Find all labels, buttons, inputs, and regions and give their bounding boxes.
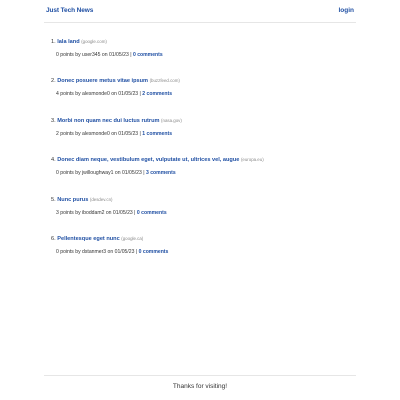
story-item: 1. lala land (google.com) 0 points by us…	[51, 38, 356, 77]
story-item: 6. Pellentesque eget nunc (google.ca) 0 …	[51, 235, 356, 274]
story-rank: 1.	[51, 39, 56, 45]
site-title-link[interactable]: Just Tech News	[46, 7, 93, 14]
story-domain: (buzzfeed.com)	[149, 78, 180, 84]
story-meta-text: 0 points by jwilloughway1 on 01/05/23 |	[56, 170, 145, 177]
story-meta-text: 3 points by iboddam2 on 01/05/23 |	[56, 209, 136, 216]
story-meta-text: 0 points by user345 on 01/05/23 |	[56, 52, 132, 58]
story-domain: (europa.eu)	[240, 157, 264, 163]
story-title-link[interactable]: Donec posuere metus vitae ipsum	[57, 78, 148, 84]
story-domain: (google.com)	[81, 39, 107, 44]
story-item: 4. Donec diam neque, vestibulum eget, vu…	[51, 156, 356, 195]
story-rank: 2.	[51, 78, 56, 85]
story-rank: 3.	[51, 117, 56, 124]
story-item: 3. Morbi non quam nec dui luctus rutrum …	[51, 117, 356, 156]
comments-link[interactable]: 0 comments	[139, 249, 169, 255]
story-title-line: 1. lala land (google.com)	[51, 38, 356, 46]
comments-link[interactable]: 2 comments	[142, 91, 172, 97]
story-domain: (nasa.gov)	[161, 117, 182, 123]
story-title-line: 6. Pellentesque eget nunc (google.ca)	[51, 235, 356, 243]
story-meta: 0 points by user345 on 01/05/23 | 0 comm…	[56, 51, 356, 59]
story-title-link[interactable]: Nunc purus	[57, 197, 88, 203]
comments-link[interactable]: 0 comments	[133, 52, 163, 58]
story-meta: 4 points by alesmonde0 on 01/05/23 | 2 c…	[56, 90, 356, 98]
login-link[interactable]: login	[338, 7, 354, 14]
story-rank: 5.	[51, 196, 56, 203]
comments-link[interactable]: 0 comments	[137, 210, 167, 216]
comments-link[interactable]: 1 comments	[142, 131, 172, 137]
story-domain: (desdev.cn)	[89, 196, 113, 202]
comments-link[interactable]: 3 comments	[146, 170, 176, 176]
story-title-line: 3. Morbi non quam nec dui luctus rutrum …	[51, 117, 356, 125]
story-rank: 6.	[51, 235, 56, 242]
story-meta-text: 4 points by alesmonde0 on 01/05/23 |	[56, 91, 141, 98]
story-item: 2. Donec posuere metus vitae ipsum (buzz…	[51, 77, 356, 116]
story-meta: 0 points by dstanmer3 on 01/05/23 | 0 co…	[56, 248, 356, 256]
story-title-link[interactable]: lala land	[57, 39, 79, 45]
story-title-line: 2. Donec posuere metus vitae ipsum (buzz…	[51, 77, 356, 85]
story-rank: 4.	[51, 157, 56, 164]
footer-divider	[44, 375, 356, 376]
story-title-line: 5. Nunc purus (desdev.cn)	[51, 196, 356, 204]
story-meta: 2 points by alesmonde0 on 01/05/23 | 1 c…	[56, 130, 356, 138]
story-meta: 3 points by iboddam2 on 01/05/23 | 0 com…	[56, 209, 356, 217]
story-domain: (google.ca)	[121, 235, 144, 241]
footer-text: Thanks for visiting!	[172, 383, 228, 390]
story-meta: 0 points by jwilloughway1 on 01/05/23 | …	[56, 169, 356, 177]
story-title-link[interactable]: Donec diam neque, vestibulum eget, vulpu…	[57, 157, 239, 163]
story-item: 5. Nunc purus (desdev.cn) 3 points by ib…	[51, 196, 356, 235]
story-title-link[interactable]: Morbi non quam nec dui luctus rutrum	[57, 118, 159, 124]
site-header: Just Tech News login	[44, 0, 356, 23]
story-list: 1. lala land (google.com) 0 points by us…	[51, 38, 356, 274]
story-meta-text: 0 points by dstanmer3 on 01/05/23 |	[56, 248, 138, 255]
story-title-link[interactable]: Pellentesque eget nunc	[57, 236, 119, 242]
story-meta-text: 2 points by alesmonde0 on 01/05/23 |	[56, 130, 141, 137]
story-title-line: 4. Donec diam neque, vestibulum eget, vu…	[51, 156, 356, 164]
